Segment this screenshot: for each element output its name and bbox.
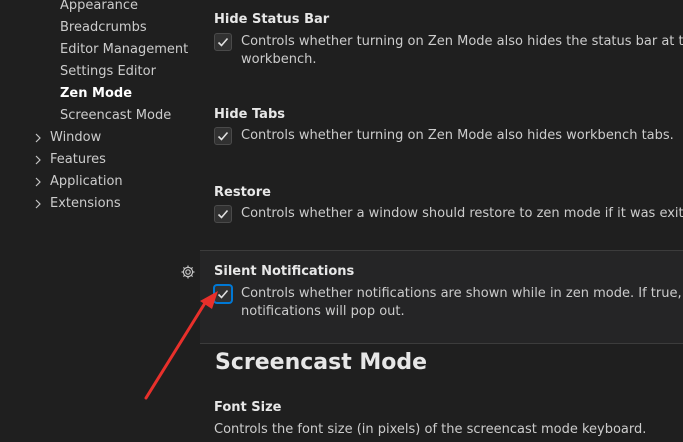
toc-item-label: Window xyxy=(50,130,102,145)
toc-item-label: Features xyxy=(50,152,106,167)
section-heading-screencast-mode: Screencast Mode xyxy=(215,350,428,375)
toc-item-settings-editor[interactable]: Settings Editor xyxy=(0,61,200,83)
hide-status-bar-checkbox[interactable] xyxy=(214,33,232,51)
check-icon xyxy=(217,209,229,219)
setting-description: Controls whether a window should restore… xyxy=(241,206,683,221)
gear-icon[interactable] xyxy=(180,264,196,280)
toc-item-label: Appearance xyxy=(60,0,139,13)
toc-item-label: Editor Management xyxy=(60,42,189,57)
toc-item-label: Breadcrumbs xyxy=(60,20,147,35)
toc-item-label: Extensions xyxy=(50,196,121,211)
settings-toc: Appearance Breadcrumbs Editor Management… xyxy=(0,0,200,442)
check-icon xyxy=(217,289,229,299)
toc-item-editor-management[interactable]: Editor Management xyxy=(0,39,200,61)
check-icon xyxy=(217,131,229,141)
setting-description: Controls whether turning on Zen Mode als… xyxy=(241,34,683,49)
setting-title: Hide Tabs xyxy=(214,107,285,122)
setting-title: Hide Status Bar xyxy=(214,12,330,27)
setting-description: Controls whether notifications are shown… xyxy=(241,286,683,301)
settings-list: Hide Status Bar Controls whether turning… xyxy=(181,0,683,442)
toc-item-application[interactable]: Application xyxy=(0,171,200,193)
chevron-right-icon xyxy=(32,176,44,188)
toc-item-label: Settings Editor xyxy=(60,64,156,79)
check-icon xyxy=(217,37,229,47)
setting-description: Controls whether turning on Zen Mode als… xyxy=(241,128,674,143)
chevron-right-icon xyxy=(32,198,44,210)
setting-silent-notifications: Silent Notifications Controls whether no… xyxy=(181,250,683,344)
setting-description-continued: workbench. xyxy=(241,52,317,67)
setting-hide-status-bar: Hide Status Bar Controls whether turning… xyxy=(200,0,683,80)
chevron-right-icon xyxy=(32,132,44,144)
toc-item-label: Screencast Mode xyxy=(60,108,172,123)
setting-description-font-size: Controls the font size (in pixels) of th… xyxy=(214,422,647,437)
setting-title: Restore xyxy=(214,185,271,200)
hide-tabs-checkbox[interactable] xyxy=(214,127,232,145)
toc-item-zen-mode[interactable]: Zen Mode xyxy=(0,83,200,105)
settings-editor: Appearance Breadcrumbs Editor Management… xyxy=(0,0,683,442)
toc-item-screencast-mode[interactable]: Screencast Mode xyxy=(0,105,200,127)
setting-title-font-size: Font Size xyxy=(214,400,282,415)
toc-item-breadcrumbs[interactable]: Breadcrumbs xyxy=(0,17,200,39)
chevron-right-icon xyxy=(32,154,44,166)
setting-title: Silent Notifications xyxy=(214,264,355,279)
silent-notifications-checkbox[interactable] xyxy=(214,285,232,303)
toc-item-appearance[interactable]: Appearance xyxy=(0,0,200,17)
setting-hide-tabs: Hide Tabs Controls whether turning on Ze… xyxy=(200,100,683,160)
toc-item-label: Application xyxy=(50,174,123,189)
toc-item-extensions[interactable]: Extensions xyxy=(0,193,200,215)
toc-item-label: Zen Mode xyxy=(60,86,133,101)
toc-item-features[interactable]: Features xyxy=(0,149,200,171)
setting-description-continued: notifications will pop out. xyxy=(241,304,405,319)
setting-restore: Restore Controls whether a window should… xyxy=(200,178,683,238)
toc-item-window[interactable]: Window xyxy=(0,127,200,149)
restore-checkbox[interactable] xyxy=(214,205,232,223)
